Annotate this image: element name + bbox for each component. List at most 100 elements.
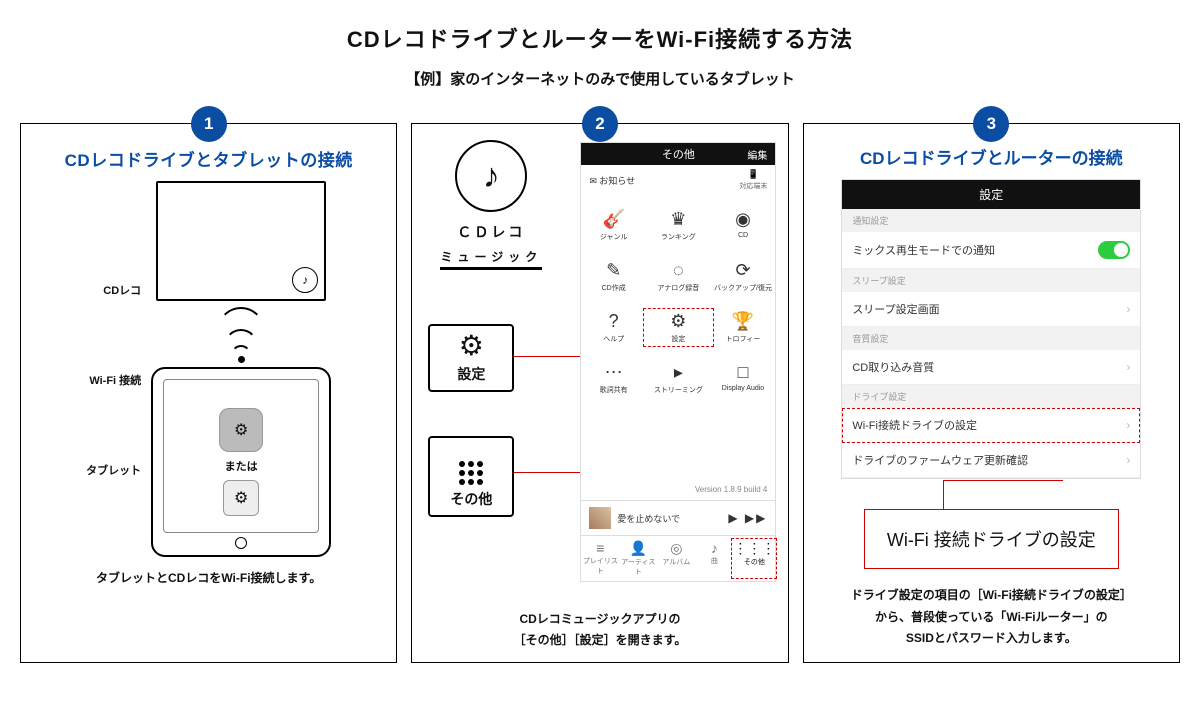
chevron-right-icon: ›: [1126, 360, 1130, 374]
tab-曲[interactable]: ♪曲: [695, 540, 733, 577]
tab-label: アルバム: [662, 559, 690, 566]
tab-その他[interactable]: ⋮⋮⋮その他: [733, 540, 775, 577]
menu-item-アナログ録音[interactable]: ◌ アナログ録音: [646, 260, 711, 293]
menu-label: ヘルプ: [581, 334, 646, 344]
menu-icon: ♛: [646, 209, 711, 230]
menu-icon: ⟳: [711, 260, 776, 281]
menu-item-設定[interactable]: ⚙設定: [646, 311, 711, 344]
menu-item-バックアップ/復元[interactable]: ⟳バックアップ/復元: [711, 260, 776, 293]
tab-icon: ◎: [657, 540, 695, 557]
callout-settings-label: 設定: [440, 364, 502, 384]
settings-row-quality[interactable]: CD取り込み音質 ›: [842, 350, 1140, 385]
tab-icon: ≡: [581, 540, 619, 556]
menu-icon: ?: [581, 311, 646, 332]
callout-settings: ⚙ 設定: [428, 324, 514, 392]
label-wifi: Wi-Fi 接続: [89, 372, 141, 388]
step1-caption: タブレットとCDレコをWi-Fi接続します。: [96, 569, 321, 586]
phone-menu-grid: 🎸ジャンル♛ランキング◉ CD ✎CD作成◌ アナログ録音⟳バックアップ/復元? ヘルプ…: [581, 195, 775, 479]
chevron-right-icon: ›: [1126, 453, 1130, 467]
tab-icon: ♪: [695, 540, 733, 556]
chevron-right-icon: ›: [1126, 302, 1130, 316]
menu-label: 歌詞共有: [581, 385, 646, 395]
phone-edit-button[interactable]: 編集: [747, 147, 767, 162]
menu-icon: ✎: [581, 260, 646, 281]
settings-section-4: ドライブ設定: [842, 385, 1140, 408]
menu-label: ジャンル: [581, 232, 646, 242]
settings-row-mix-notify[interactable]: ミックス再生モードでの通知: [842, 232, 1140, 269]
toggle-on-icon[interactable]: [1098, 241, 1130, 259]
page: CDレコドライブとルーターをWi-Fi接続する方法 【例】家のインターネットのみ…: [0, 0, 1200, 720]
step1-illustration: CDレコ Wi-Fi 接続 タブレット ♪ ⚙ または: [33, 181, 384, 557]
gear-icon: ⚙: [440, 332, 502, 360]
menu-icon: ◉: [711, 209, 776, 230]
menu-icon: □: [711, 362, 776, 383]
panel-step-1: 1 CDレコドライブとタブレットの接続 CDレコ Wi-Fi 接続 タブレット …: [20, 123, 397, 663]
tab-icon: 👤: [619, 540, 657, 557]
step3-caption: ドライブ設定の項目の［Wi-Fi接続ドライブの設定］ から、普段使っている「Wi…: [851, 585, 1132, 650]
menu-item-ストリーミング[interactable]: ▸ストリーミング: [646, 362, 711, 395]
menu-icon: ⚙: [646, 311, 711, 332]
step-badge-2: 2: [582, 106, 618, 142]
panels-row: 1 CDレコドライブとタブレットの接続 CDレコ Wi-Fi 接続 タブレット …: [20, 123, 1180, 663]
label-tablet: タブレット: [86, 462, 141, 478]
tab-アルバム[interactable]: ◎ アルバム: [657, 540, 695, 577]
device-icon: 📱: [748, 169, 759, 179]
menu-item-ランキング[interactable]: ♛ランキング: [646, 209, 711, 242]
menu-item-CD作成[interactable]: ✎CD作成: [581, 260, 646, 293]
logo-text-1: ＣＤレコ: [426, 222, 556, 242]
menu-label: トロフィー: [711, 334, 776, 344]
tab-アーティスト[interactable]: 👤 アーティスト: [619, 540, 657, 577]
phone-titlebar: その他 編集: [581, 143, 775, 165]
tab-label: プレイリスト: [583, 558, 618, 575]
menu-label: アナログ録音: [646, 283, 711, 293]
panel-step-2: 2 ♪ ＣＤレコ ミュージック ⚙ 設定 その他 その他 編集: [411, 123, 788, 663]
phone-title: その他: [662, 146, 695, 162]
tab-label: アーティスト: [621, 559, 655, 576]
now-playing-bar[interactable]: 愛を止めないで ▶ ▶▶: [581, 500, 775, 536]
step1-graphic: ♪ ⚙ または ⚙: [151, 181, 331, 557]
settings-row-wifi-drive[interactable]: Wi-Fi接続ドライブの設定 ›: [842, 408, 1140, 443]
settings-gear-icon: ⚙: [223, 480, 259, 516]
menu-item-CD[interactable]: ◉ CD: [711, 209, 776, 242]
tab-label: 曲: [711, 558, 718, 565]
menu-label: Display Audio: [711, 385, 776, 392]
phone-screenshot: その他 編集 ✉ お知らせ 📱対応端末 🎸ジャンル♛ランキング◉CD✎CD作成◌…: [580, 142, 776, 582]
step1-side-labels: CDレコ Wi-Fi 接続 タブレット: [86, 282, 141, 478]
version-text: Version 1.8.9 build 4: [581, 479, 775, 500]
tab-プレイリスト[interactable]: ≡ プレイリスト: [581, 540, 619, 577]
settings-row-firmware[interactable]: ドライブのファームウェア更新確認 ›: [842, 443, 1140, 478]
logo-circle-icon: ♪: [455, 140, 527, 212]
menu-item-Display Audio[interactable]: □ Display Audio: [711, 362, 776, 395]
or-label: または: [225, 458, 258, 474]
logo-text-2: ミュージック: [440, 248, 542, 270]
menu-icon: 🏆: [711, 311, 776, 332]
now-playing-title: 愛を止めないで: [617, 512, 722, 525]
callout-other-label: その他: [440, 489, 502, 509]
menu-item-ヘルプ[interactable]: ? ヘルプ: [581, 311, 646, 344]
play-controls-icon[interactable]: ▶ ▶▶: [728, 511, 767, 525]
album-art-icon: [589, 507, 611, 529]
menu-icon: ⋯: [581, 362, 646, 383]
menu-item-トロフィー[interactable]: 🏆 トロフィー: [711, 311, 776, 344]
notice-label: お知らせ: [599, 176, 635, 186]
device-label: 対応端末: [739, 183, 767, 190]
menu-item-歌詞共有[interactable]: ⋯ 歌詞共有: [581, 362, 646, 395]
chevron-right-icon: ›: [1126, 418, 1130, 432]
settings-screenshot: 設定 通知設定 ミックス再生モードでの通知 スリープ設定 スリープ設定画面 › …: [841, 179, 1141, 479]
menu-icon: ▸: [646, 362, 711, 383]
red-callout-wifi-drive: Wi-Fi 接続ドライブの設定: [864, 509, 1119, 569]
step3-heading: CDレコドライブとルーターの接続: [860, 144, 1123, 169]
settings-title: 設定: [842, 180, 1140, 209]
settings-section-1: 通知設定: [842, 209, 1140, 232]
tablet-home-button-icon: [235, 537, 247, 549]
menu-label: CD: [711, 232, 776, 239]
step-badge-3: 3: [973, 106, 1009, 142]
settings-row-sleep[interactable]: スリープ設定画面 ›: [842, 292, 1140, 327]
menu-item-ジャンル[interactable]: 🎸ジャンル: [581, 209, 646, 242]
tab-label: その他: [744, 559, 765, 566]
menu-icon: ◌: [646, 260, 711, 281]
settings-section-3: 音質設定: [842, 327, 1140, 350]
phone-notice-row[interactable]: ✉ お知らせ 📱対応端末: [581, 165, 775, 195]
cdreco-music-logo: ♪ ＣＤレコ ミュージック: [426, 140, 556, 270]
cdreco-device-icon: ♪: [156, 181, 326, 301]
